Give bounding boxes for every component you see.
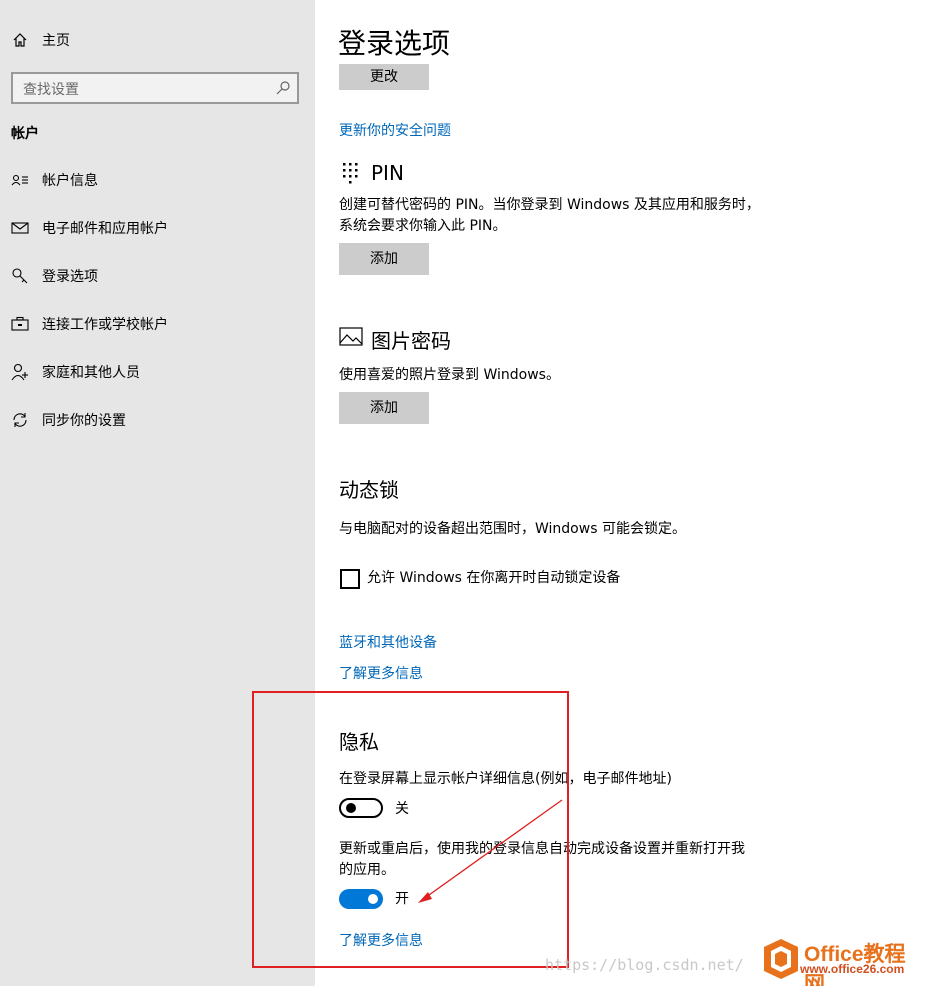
office-logo-icon <box>764 939 798 979</box>
watermark-text: https://blog.csdn.net/ <box>545 956 744 974</box>
logo-url-text: www.office26.com <box>800 962 905 976</box>
site-logo: Office教程网 www.office26.com <box>760 936 925 986</box>
annotation-arrow <box>418 799 563 903</box>
